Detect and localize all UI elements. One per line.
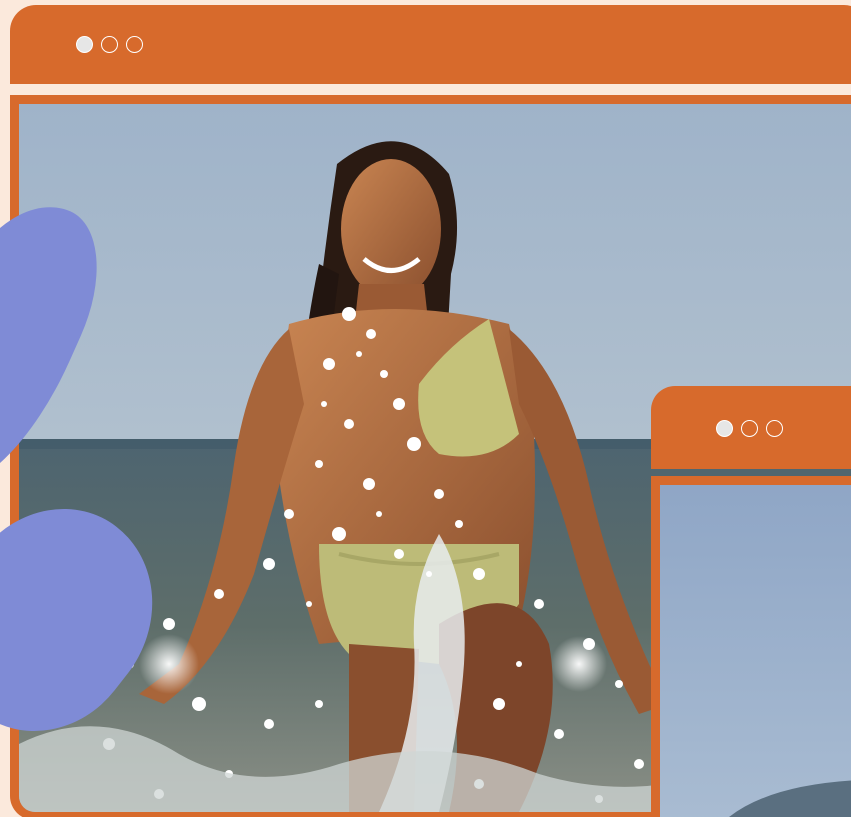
- outline-circle-icon[interactable]: [741, 420, 758, 437]
- secondary-window-titlebar: [651, 386, 851, 469]
- main-window-controls: [76, 36, 143, 53]
- page-canvas: [0, 0, 851, 817]
- photo-sky-and-sea: [660, 485, 851, 817]
- secondary-window-controls: [716, 420, 783, 437]
- main-window-titlebar: [10, 5, 851, 84]
- outline-circle-icon[interactable]: [126, 36, 143, 53]
- filled-circle-icon[interactable]: [76, 36, 93, 53]
- secondary-window-photo: [660, 485, 851, 817]
- outline-circle-icon[interactable]: [766, 420, 783, 437]
- outline-circle-icon[interactable]: [101, 36, 118, 53]
- filled-circle-icon[interactable]: [716, 420, 733, 437]
